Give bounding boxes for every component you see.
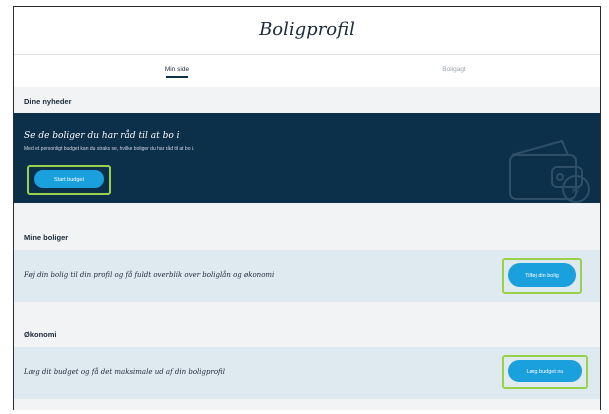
app-frame: Boligprofil Min side Boligagt Dine nyhed… xyxy=(13,6,601,410)
boliger-card: Føj din bolig til din profil og få fuldt… xyxy=(14,250,600,302)
section-heading-okonomi: Økonomi xyxy=(24,330,57,339)
news-description: Med et personligt budget kan du straks s… xyxy=(24,146,195,152)
okonomi-text: Læg dit budget og få det maksimale ud af… xyxy=(24,368,225,376)
lay-budget-button[interactable]: Læg budget nu xyxy=(508,360,582,382)
header: Boligprofil Min side Boligagt xyxy=(14,7,600,87)
page-title: Boligprofil xyxy=(259,19,355,40)
news-card: Se de boliger du har råd til at bo i Med… xyxy=(14,113,600,203)
coin-text: kr xyxy=(572,185,581,196)
active-tab-underline xyxy=(166,76,188,78)
header-divider xyxy=(14,54,600,55)
boliger-text: Føj din bolig til din profil og få fuldt… xyxy=(24,271,275,279)
section-heading-boliger: Mine boliger xyxy=(24,233,69,242)
tab-min-side[interactable]: Min side xyxy=(157,66,197,73)
add-bolig-button[interactable]: Tilføj din bolig xyxy=(508,263,576,287)
section-heading-news: Dine nyheder xyxy=(24,97,72,106)
tab-boligagt[interactable]: Boligagt xyxy=(434,66,474,73)
wallet-icon: kr xyxy=(509,139,590,203)
news-title: Se de boliger du har råd til at bo i xyxy=(24,131,180,141)
start-budget-button[interactable]: Start budget xyxy=(34,170,104,188)
okonomi-card: Læg dit budget og få det maksimale ud af… xyxy=(14,347,600,399)
